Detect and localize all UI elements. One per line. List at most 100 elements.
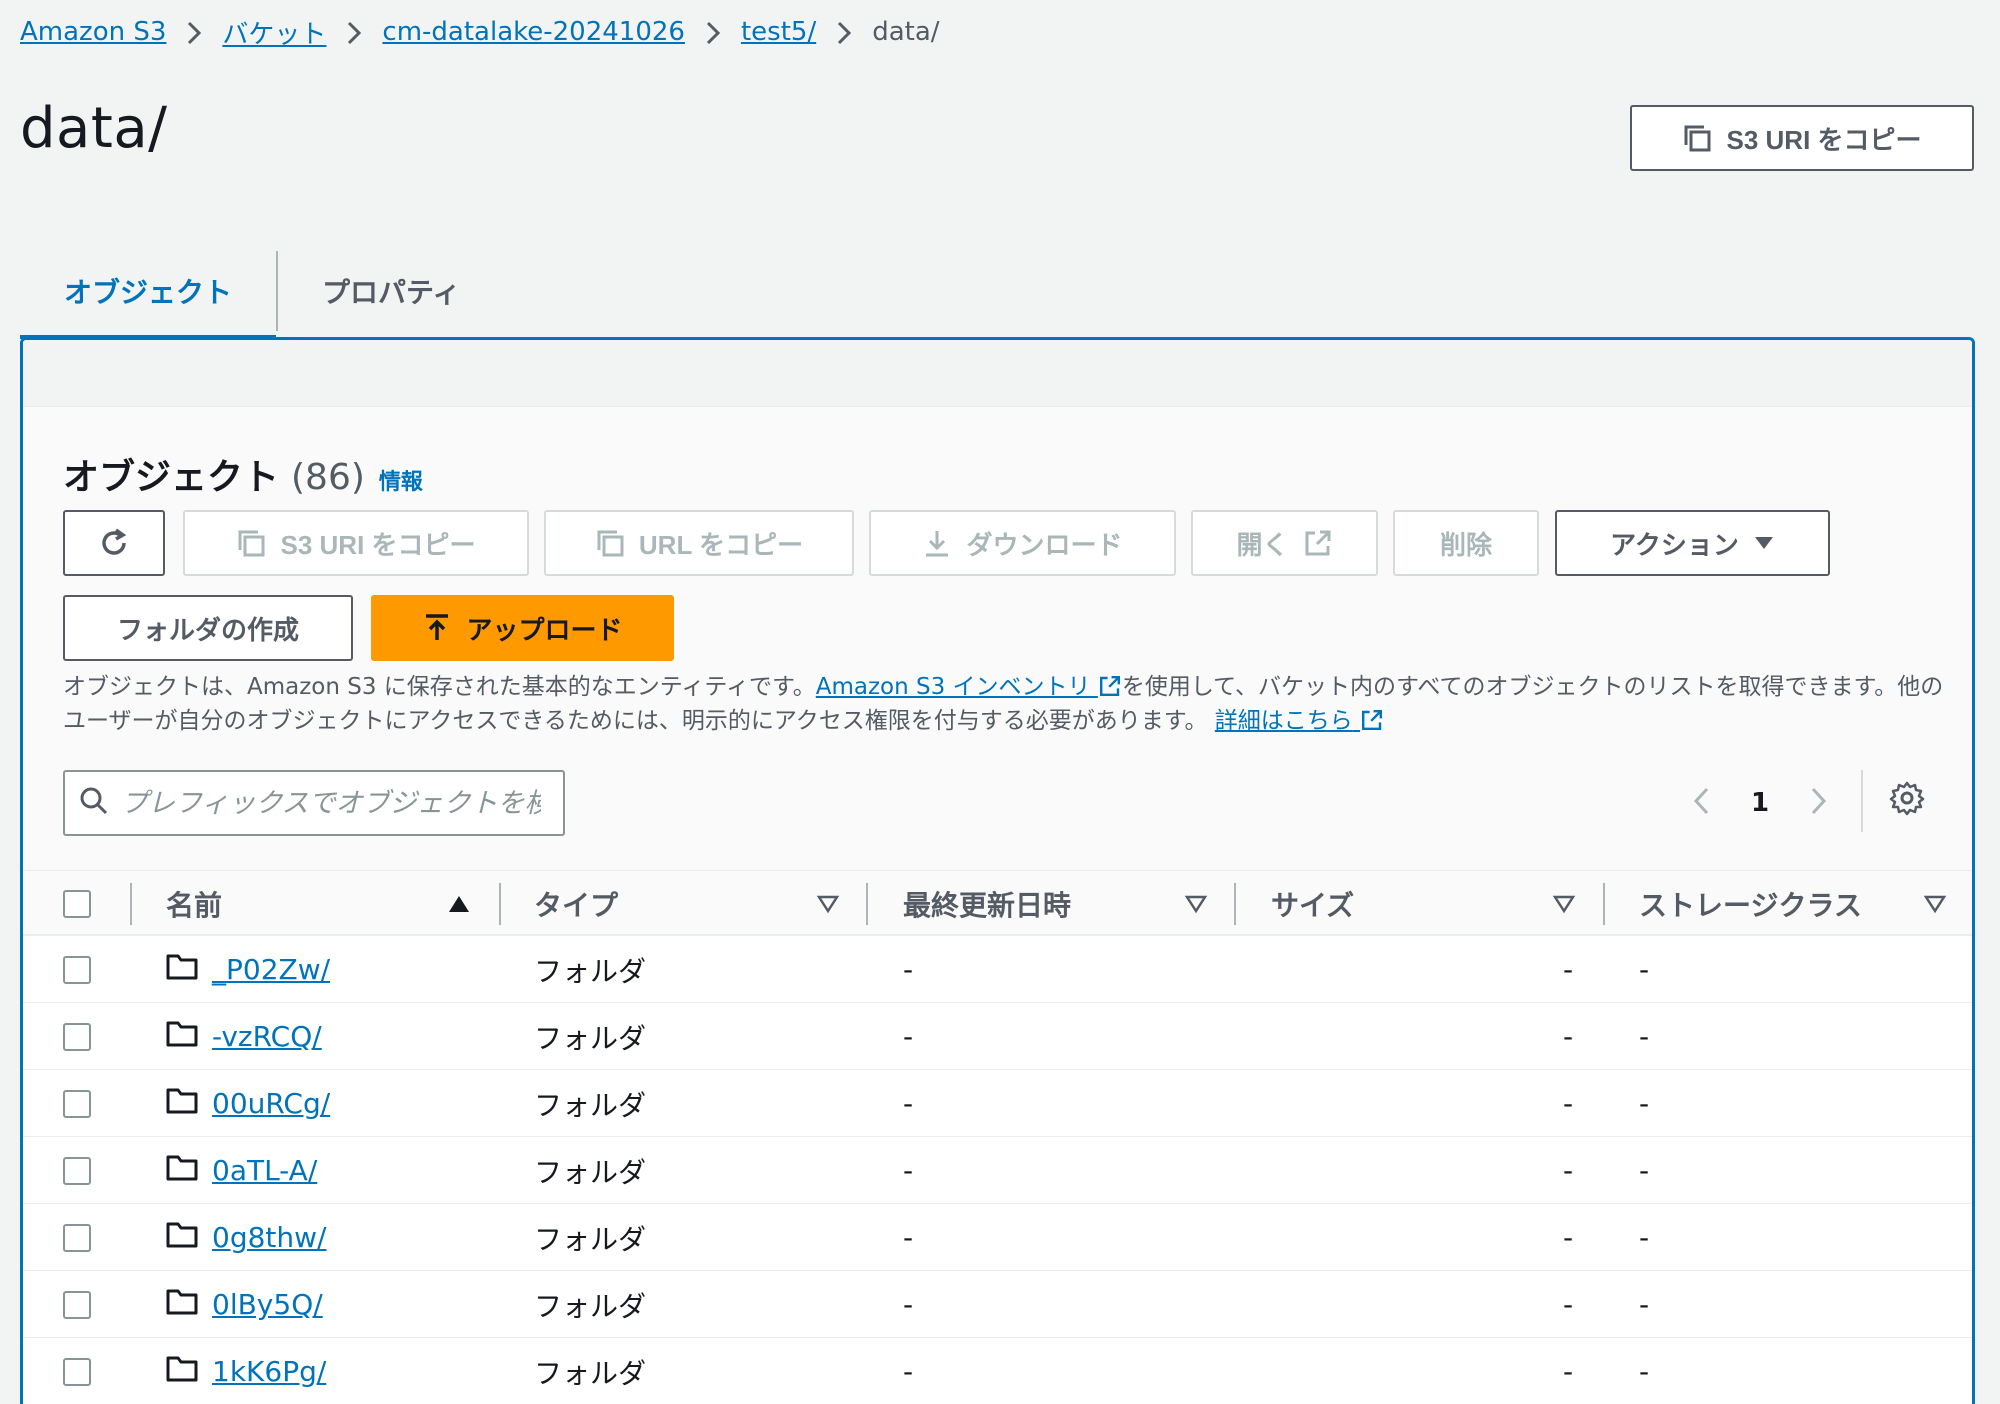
row-checkbox[interactable] bbox=[63, 1290, 91, 1319]
row-checkbox[interactable] bbox=[63, 1156, 91, 1185]
size-cell: - bbox=[1563, 1355, 1574, 1388]
object-name-link[interactable]: 0lBy5Q/ bbox=[212, 1288, 323, 1321]
gear-icon[interactable] bbox=[1889, 780, 1925, 820]
folder-icon bbox=[166, 1220, 198, 1255]
learn-more-link[interactable]: 詳細はこちら bbox=[1215, 708, 1384, 734]
row-checkbox-cell bbox=[63, 1137, 91, 1204]
next-page-icon[interactable] bbox=[1809, 786, 1827, 820]
type-cell: フォルダ bbox=[534, 1155, 647, 1189]
row-checkbox-cell bbox=[63, 1003, 91, 1070]
type-cell: フォルダ bbox=[534, 1289, 647, 1323]
object-name-link[interactable]: -vzRCQ/ bbox=[212, 1020, 322, 1053]
table-row: 00uRCg/ フォルダ - - - bbox=[23, 1070, 1972, 1137]
tab-properties[interactable]: プロパティ bbox=[278, 245, 504, 337]
object-name-link[interactable]: 0g8thw/ bbox=[212, 1221, 326, 1254]
storage-class-cell: - bbox=[1639, 1288, 1650, 1321]
delete-label: 削除 bbox=[1439, 529, 1492, 560]
select-all-checkbox[interactable] bbox=[63, 871, 91, 937]
folder-icon bbox=[166, 1019, 198, 1054]
copy-url-label: URL をコピー bbox=[638, 529, 804, 560]
delete-button[interactable]: 削除 bbox=[1393, 510, 1539, 576]
prev-page-icon[interactable] bbox=[1693, 786, 1711, 820]
last-modified-cell: - bbox=[903, 1221, 914, 1254]
object-name-link[interactable]: _P02Zw/ bbox=[212, 953, 330, 986]
table-row: -vzRCQ/ フォルダ - - - bbox=[23, 1003, 1972, 1070]
copy-s3-uri-button[interactable]: S3 URI をコピー bbox=[1630, 105, 1974, 171]
folder-icon bbox=[166, 1287, 198, 1322]
actions-label: アクション bbox=[1610, 529, 1739, 560]
row-checkbox[interactable] bbox=[63, 1089, 91, 1118]
name-cell: 0lBy5Q/ bbox=[166, 1271, 323, 1338]
objects-table: 名前 タイプ 最終更新日時 サイズ ストレージクラス _P02Zw/ フォルダ … bbox=[23, 870, 1972, 1404]
sort-icon[interactable] bbox=[816, 893, 840, 919]
name-cell: 00uRCg/ bbox=[166, 1070, 330, 1137]
folder-icon bbox=[166, 952, 198, 987]
copy-icon bbox=[236, 528, 266, 558]
external-link-icon bbox=[1099, 676, 1120, 696]
column-header-type[interactable]: タイプ bbox=[534, 871, 618, 937]
sort-ascending-icon[interactable] bbox=[447, 893, 471, 919]
copy-icon bbox=[595, 528, 625, 558]
open-label: 開く bbox=[1236, 529, 1289, 560]
download-button[interactable]: ダウンロード bbox=[869, 510, 1176, 576]
table-header: 名前 タイプ 最終更新日時 サイズ ストレージクラス bbox=[23, 870, 1972, 937]
sort-icon[interactable] bbox=[1552, 893, 1576, 919]
refresh-button[interactable] bbox=[63, 510, 165, 576]
row-checkbox-cell bbox=[63, 1271, 91, 1338]
row-checkbox[interactable] bbox=[63, 1357, 91, 1386]
storage-class-cell: - bbox=[1639, 1087, 1650, 1120]
column-header-name[interactable]: 名前 bbox=[166, 871, 222, 937]
object-name-link[interactable]: 0aTL-A/ bbox=[212, 1154, 317, 1187]
size-cell: - bbox=[1563, 953, 1574, 986]
upload-button[interactable]: アップロード bbox=[371, 595, 674, 661]
copy-icon bbox=[1682, 123, 1712, 153]
column-divider bbox=[866, 883, 868, 925]
copy-url-button[interactable]: URL をコピー bbox=[544, 510, 854, 576]
inventory-link-label: Amazon S3 インベントリ bbox=[815, 674, 1091, 700]
breadcrumb-amazon-s3[interactable]: Amazon S3 bbox=[20, 17, 166, 47]
breadcrumb-test5[interactable]: test5/ bbox=[741, 17, 816, 47]
copy-s3-uri-toolbar-label: S3 URI をコピー bbox=[280, 529, 476, 560]
external-link-icon bbox=[1303, 528, 1333, 558]
object-name-link[interactable]: 00uRCg/ bbox=[212, 1087, 330, 1120]
column-header-storage-class[interactable]: ストレージクラス bbox=[1639, 871, 1862, 937]
actions-dropdown-button[interactable]: アクション bbox=[1555, 510, 1830, 576]
tab-objects[interactable]: オブジェクト bbox=[20, 245, 277, 339]
name-cell: _P02Zw/ bbox=[166, 936, 330, 1003]
last-modified-cell: - bbox=[903, 953, 914, 986]
storage-class-cell: - bbox=[1639, 1355, 1650, 1388]
description-text-1: オブジェクトは、Amazon S3 に保存された基本的なエンティティです。 bbox=[63, 674, 816, 700]
column-divider bbox=[1234, 883, 1236, 925]
inventory-link[interactable]: Amazon S3 インベントリ bbox=[816, 674, 1122, 700]
row-checkbox[interactable] bbox=[63, 955, 91, 984]
breadcrumb-bucket[interactable]: cm-datalake-20241026 bbox=[382, 17, 685, 47]
name-cell: 0aTL-A/ bbox=[166, 1137, 317, 1204]
column-header-last-modified[interactable]: 最終更新日時 bbox=[903, 871, 1071, 937]
folder-icon bbox=[166, 1086, 198, 1121]
type-cell: フォルダ bbox=[534, 1356, 647, 1390]
breadcrumb-buckets[interactable]: バケット bbox=[222, 14, 326, 51]
checkbox[interactable] bbox=[63, 890, 91, 918]
page-title: data/ bbox=[20, 96, 168, 161]
folder-icon bbox=[166, 1354, 198, 1389]
chevron-right-icon bbox=[326, 17, 382, 47]
objects-description: オブジェクトは、Amazon S3 に保存された基本的なエンティティです。Ama… bbox=[63, 670, 1963, 738]
sort-icon[interactable] bbox=[1923, 893, 1947, 919]
last-modified-cell: - bbox=[903, 1154, 914, 1187]
open-button[interactable]: 開く bbox=[1191, 510, 1378, 576]
create-folder-button[interactable]: フォルダの作成 bbox=[63, 595, 353, 661]
search-input[interactable] bbox=[121, 787, 541, 819]
sort-icon[interactable] bbox=[1184, 893, 1208, 919]
current-page[interactable]: 1 bbox=[1751, 788, 1769, 818]
column-header-size[interactable]: サイズ bbox=[1271, 871, 1354, 937]
table-row: _P02Zw/ フォルダ - - - bbox=[23, 936, 1972, 1003]
copy-s3-uri-toolbar-button[interactable]: S3 URI をコピー bbox=[183, 510, 529, 576]
row-checkbox[interactable] bbox=[63, 1223, 91, 1252]
storage-class-cell: - bbox=[1639, 1020, 1650, 1053]
info-link[interactable]: 情報 bbox=[379, 470, 423, 495]
object-name-link[interactable]: 1kK6Pg/ bbox=[212, 1355, 326, 1388]
breadcrumb-current: data/ bbox=[872, 17, 940, 47]
row-checkbox[interactable] bbox=[63, 1022, 91, 1051]
pagination: 1 bbox=[1693, 780, 1827, 826]
last-modified-cell: - bbox=[903, 1087, 914, 1120]
